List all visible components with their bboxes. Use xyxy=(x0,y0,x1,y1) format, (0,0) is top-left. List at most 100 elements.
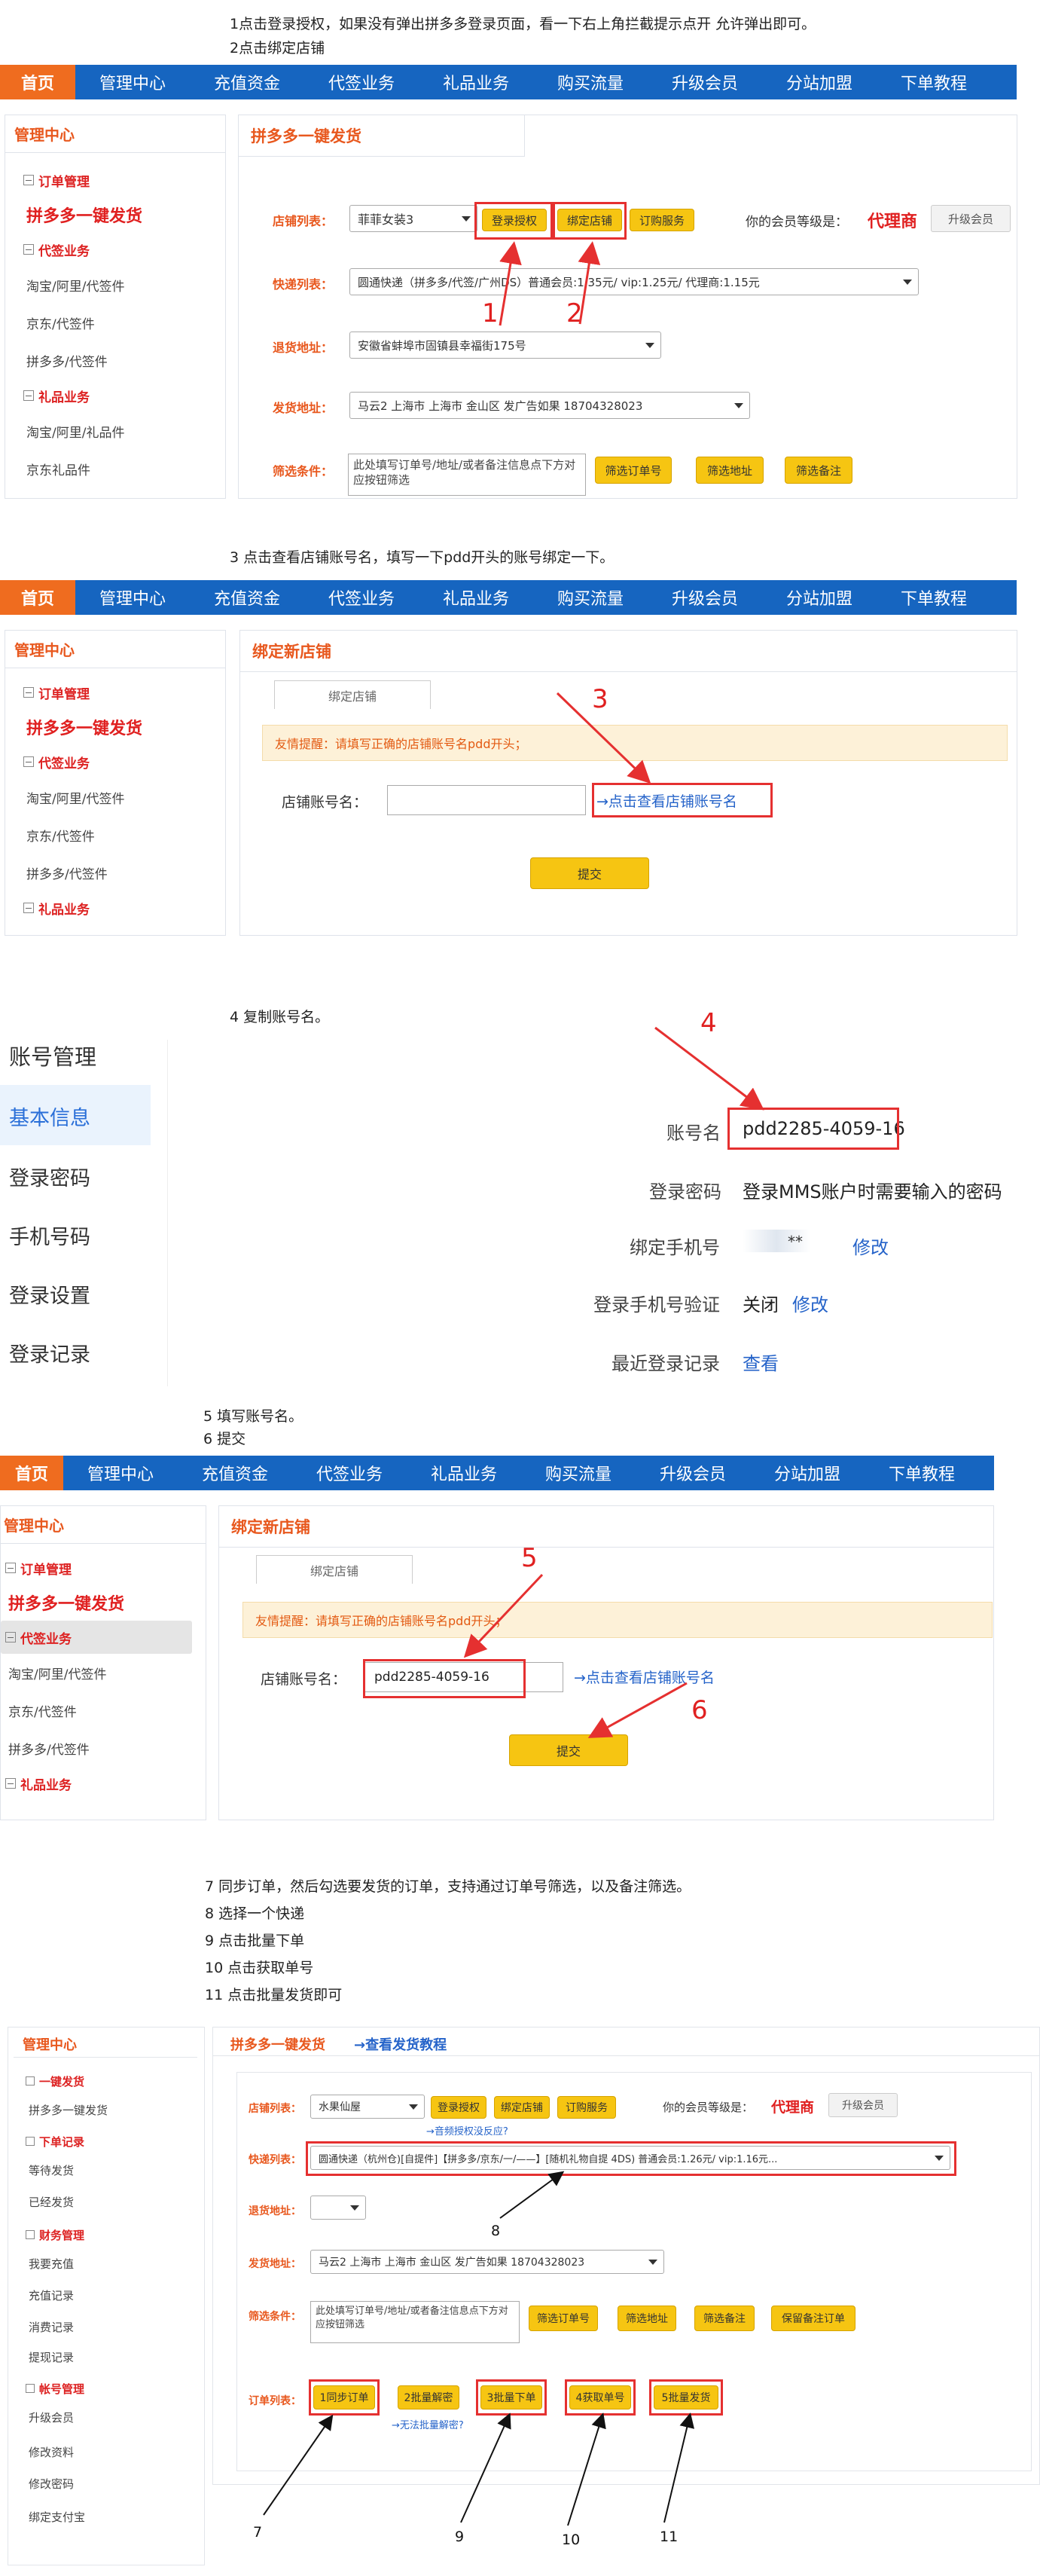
sidebar-item-edit-password[interactable]: 修改密码 xyxy=(29,2476,74,2492)
filter-address-button[interactable]: 筛选地址 xyxy=(696,457,764,484)
nav-recharge[interactable]: 充值资金 xyxy=(178,1456,292,1490)
sidebar-item-jd-gift[interactable]: 京东礼品件 xyxy=(5,450,225,487)
menu-login-records[interactable]: 登录记录 xyxy=(9,1338,90,1367)
sidebar-item-pdd[interactable]: 拼多多/代签件 xyxy=(5,854,225,891)
filter-order-button[interactable]: 筛选订单号 xyxy=(529,2306,598,2331)
nav-gift[interactable]: 礼品业务 xyxy=(419,65,533,99)
sidebar-group-orders[interactable]: 订单管理 xyxy=(5,163,225,197)
sidebar-group-daiqian[interactable]: 代签业务 xyxy=(5,233,225,266)
sidebar-item-taobao[interactable]: 淘宝/阿里/代签件 xyxy=(5,778,225,816)
order-service-button[interactable]: 订购服务 xyxy=(557,2096,616,2119)
phone-edit-link[interactable]: 修改 xyxy=(852,1233,889,1259)
record-link[interactable]: 查看 xyxy=(743,1349,779,1375)
sidebar-item-pdd-send[interactable]: 拼多多一键发货 xyxy=(1,1584,206,1621)
bind-shop-button[interactable]: 绑定店铺 xyxy=(494,2096,550,2119)
nav-management[interactable]: 管理中心 xyxy=(75,580,190,615)
verify-edit-link[interactable]: 修改 xyxy=(792,1290,828,1316)
menu-basic-info[interactable]: 基本信息 xyxy=(9,1102,90,1131)
filter-input[interactable]: 此处填写订单号/地址/或者备注信息点下方对应按钮筛选 xyxy=(310,2301,520,2343)
nav-home[interactable]: 首页 xyxy=(0,65,75,99)
shop-select[interactable]: 水果仙屋 xyxy=(310,2095,425,2119)
sidebar-item-upgrade[interactable]: 升级会员 xyxy=(29,2409,74,2425)
nav-management[interactable]: 管理中心 xyxy=(63,1456,178,1490)
tab-bind-shop[interactable]: 绑定店铺 xyxy=(274,680,431,709)
send-select[interactable]: 马云2 上海市 上海市 金山区 发广告如果 18704328023 xyxy=(310,2250,664,2274)
sidebar-item-jd[interactable]: 京东/代签件 xyxy=(5,304,225,341)
nav-upgrade[interactable]: 升级会员 xyxy=(648,65,762,99)
menu-login-password[interactable]: 登录密码 xyxy=(9,1162,90,1191)
nav-traffic[interactable]: 购买流量 xyxy=(533,580,648,615)
nav-gift[interactable]: 礼品业务 xyxy=(407,1456,521,1490)
sidebar-group-records[interactable]: 下单记录 xyxy=(26,2134,84,2150)
nav-daiqian[interactable]: 代签业务 xyxy=(292,1456,407,1490)
nav-franchise[interactable]: 分站加盟 xyxy=(750,1456,865,1490)
nav-upgrade[interactable]: 升级会员 xyxy=(648,580,762,615)
menu-login-settings[interactable]: 登录设置 xyxy=(9,1279,90,1309)
sidebar-item-recharge[interactable]: 我要充值 xyxy=(29,2256,74,2272)
sidebar-group-orders[interactable]: 订单管理 xyxy=(5,676,225,709)
shop-select[interactable]: 菲菲女装3 xyxy=(349,205,477,232)
sidebar-item-shipped[interactable]: 已经发货 xyxy=(29,2194,74,2210)
sidebar-item-withdraw-records[interactable]: 提现记录 xyxy=(29,2349,74,2365)
upgrade-button[interactable]: 升级会员 xyxy=(931,205,1011,232)
filter-address-button[interactable]: 筛选地址 xyxy=(618,2306,676,2331)
view-account-link[interactable]: →点击查看店铺账号名 xyxy=(574,1667,715,1687)
nav-tutorial[interactable]: 下单教程 xyxy=(877,65,991,99)
filter-input[interactable]: 此处填写订单号/地址/或者备注信息点下方对应按钮筛选 xyxy=(348,454,586,496)
sidebar-group-send[interactable]: 一键发货 xyxy=(26,2073,84,2089)
order-service-button[interactable]: 订购服务 xyxy=(630,209,694,231)
nav-tutorial[interactable]: 下单教程 xyxy=(877,580,991,615)
sidebar-group-gift[interactable]: 礼品业务 xyxy=(5,891,225,924)
sidebar-item-taobao[interactable]: 淘宝/阿里/代签件 xyxy=(5,266,225,304)
sidebar-item-bind-alipay[interactable]: 绑定支付宝 xyxy=(29,2509,85,2525)
login-auth-button[interactable]: 登录授权 xyxy=(431,2096,486,2119)
sidebar-item-pdd[interactable]: 拼多多/代签件 xyxy=(1,1729,206,1767)
nav-daiqian[interactable]: 代签业务 xyxy=(304,580,419,615)
return-select[interactable] xyxy=(310,2196,366,2220)
sidebar-group-daiqian[interactable]: 代签业务 xyxy=(5,745,225,778)
express-select[interactable]: 圆通快递（拼多多/代签/广州DS）普通会员:1.35元/ vip:1.25元/ … xyxy=(349,268,919,295)
nav-home[interactable]: 首页 xyxy=(0,1456,63,1490)
sidebar-group-account[interactable]: 帐号管理 xyxy=(26,2381,84,2397)
sidebar-item-taobao[interactable]: 淘宝/阿里/代签件 xyxy=(1,1654,206,1691)
sidebar-item-jd[interactable]: 京东/代签件 xyxy=(5,816,225,854)
sidebar-group-orders[interactable]: 订单管理 xyxy=(1,1551,206,1584)
submit-button[interactable]: 提交 xyxy=(530,857,649,889)
sidebar-group-finance[interactable]: 财务管理 xyxy=(26,2227,84,2243)
shop-account-input[interactable] xyxy=(387,785,586,815)
nav-traffic[interactable]: 购买流量 xyxy=(533,65,648,99)
send-select[interactable]: 马云2 上海市 上海市 金山区 发广告如果 18704328023 xyxy=(349,392,750,419)
nav-management[interactable]: 管理中心 xyxy=(75,65,190,99)
submit-button[interactable]: 提交 xyxy=(509,1734,628,1766)
nav-franchise[interactable]: 分站加盟 xyxy=(762,580,877,615)
decrypt-help-link[interactable]: →无法批量解密? xyxy=(392,2417,464,2431)
sidebar-group-daiqian[interactable]: 代签业务 xyxy=(1,1621,192,1654)
nav-upgrade[interactable]: 升级会员 xyxy=(636,1456,750,1490)
return-select[interactable]: 安徽省蚌埠市固镇县幸福街175号 xyxy=(349,332,661,359)
nav-gift[interactable]: 礼品业务 xyxy=(419,580,533,615)
tutorial-link[interactable]: →查看发货教程 xyxy=(354,2034,447,2054)
keep-note-button[interactable]: 保留备注订单 xyxy=(771,2306,855,2331)
nav-tutorial[interactable]: 下单教程 xyxy=(865,1456,979,1490)
nav-home[interactable]: 首页 xyxy=(0,580,75,615)
sidebar-item-spend-records[interactable]: 消费记录 xyxy=(29,2319,74,2335)
nav-traffic[interactable]: 购买流量 xyxy=(521,1456,636,1490)
sidebar-item-pending[interactable]: 等待发货 xyxy=(29,2162,74,2178)
upgrade-button[interactable]: 升级会员 xyxy=(828,2093,898,2117)
sidebar-item-recharge-records[interactable]: 充值记录 xyxy=(29,2287,74,2303)
auth-help-link[interactable]: →音频授权没反应? xyxy=(426,2123,508,2137)
sidebar-item-pdd-send[interactable]: 拼多多一键发货 xyxy=(29,2102,108,2118)
tab-bind-shop[interactable]: 绑定店铺 xyxy=(256,1555,413,1584)
sidebar-group-gift[interactable]: 礼品业务 xyxy=(5,379,225,412)
filter-order-button[interactable]: 筛选订单号 xyxy=(595,457,672,484)
nav-recharge[interactable]: 充值资金 xyxy=(190,580,304,615)
menu-phone[interactable]: 手机号码 xyxy=(9,1221,90,1250)
batch-decrypt-button[interactable]: 2批量解密 xyxy=(398,2385,459,2409)
sidebar-item-jd[interactable]: 京东/代签件 xyxy=(1,1691,206,1729)
filter-note-button[interactable]: 筛选备注 xyxy=(694,2306,755,2331)
sidebar-item-pdd-send[interactable]: 拼多多一键发货 xyxy=(5,197,225,233)
sidebar-item-pdd-send[interactable]: 拼多多一键发货 xyxy=(5,709,225,745)
filter-note-button[interactable]: 筛选备注 xyxy=(785,457,852,484)
sidebar-group-gift[interactable]: 礼品业务 xyxy=(1,1767,206,1800)
nav-franchise[interactable]: 分站加盟 xyxy=(762,65,877,99)
